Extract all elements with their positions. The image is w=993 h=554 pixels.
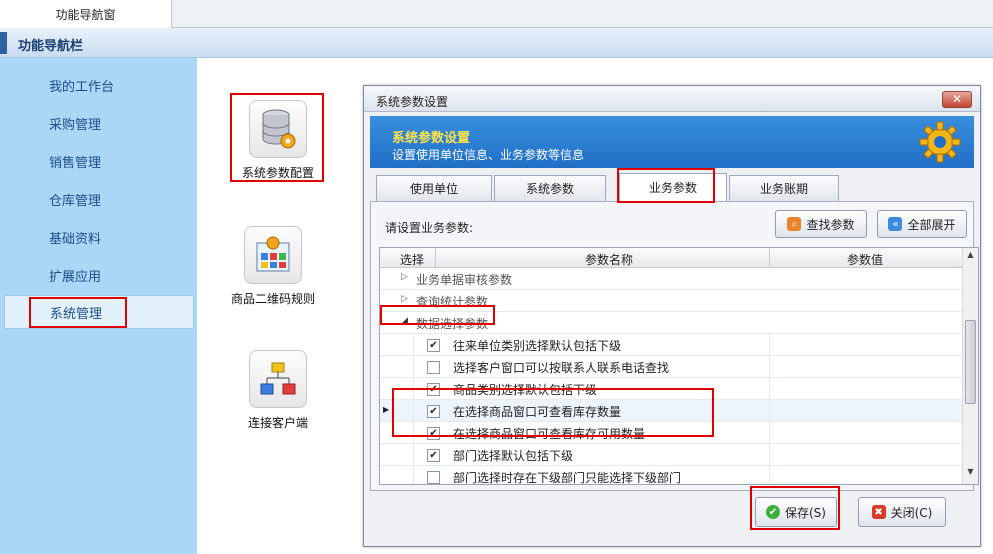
tab-business-period[interactable]: 业务账期 [729,175,839,201]
table-row[interactable]: ✔ 往来单位类别选择默认包括下级 [380,334,964,356]
dialog-titlebar: 系统参数设置 ✕ [364,86,980,112]
banner-title: 系统参数设置 [392,131,471,146]
sidebar-item-system-management[interactable]: 系统管理 [4,295,194,329]
table-row-current[interactable]: ▶ ✔ 在选择商品窗口可查看库存数量 [380,400,964,422]
tile-label: 连接客户端 [247,416,308,430]
tab-system-params[interactable]: 系统参数 [494,175,606,201]
tile-connect-client[interactable]: 连接客户端 [230,350,326,431]
tab-function-nav[interactable]: 功能导航窗 [0,0,172,28]
check-icon: ✔ [766,505,780,519]
tile-label: 商品二维码规则 [230,292,315,306]
gear-icon [918,120,962,167]
network-icon [249,350,307,408]
group-row-audit[interactable]: ▷ 业务单据审核参数 [380,268,964,290]
banner-subtitle: 设置使用单位信息、业务参数等信息 [392,148,585,162]
find-param-button[interactable]: ⌕ 查找参数 [775,210,867,238]
expand-icon: « [888,217,903,231]
tile-system-params[interactable]: 系统参数配置 [230,100,326,181]
tab-using-unit[interactable]: 使用单位 [376,175,492,201]
prompt-label: 请设置业务参数: [385,221,474,235]
expand-arrow-icon: ▷ [401,294,408,304]
vertical-scrollbar[interactable]: ▲ ▼ [962,248,978,484]
sidebar-item-warehouse[interactable]: 仓库管理 [4,182,194,216]
col-header-select: 选择 [400,253,425,267]
expand-arrow-icon: ▷ [401,272,408,282]
scroll-up-icon[interactable]: ▲ [963,250,978,265]
row-checkbox[interactable]: ✔ [427,383,440,396]
sidebar-item-sales[interactable]: 销售管理 [4,144,194,178]
tile-label: 系统参数配置 [241,166,314,180]
table-row[interactable]: ✔ 在选择商品窗口可查看库存可用数量 [380,422,964,444]
scroll-thumb[interactable] [965,320,976,404]
tab-panel: 请设置业务参数: ⌕ 查找参数 « 全部展开 选择 参数名称 参数值 ▷ 业务单… [370,201,979,491]
header-accent-bar [0,32,7,54]
close-icon: ✖ [871,505,886,519]
system-params-dialog: 系统参数设置 ✕ 系统参数设置 设置使用单位信息、业务参数等信息 使用单位 系统… [363,85,981,547]
row-checkbox[interactable]: ✔ [427,339,440,352]
grid-header: 选择 参数名称 参数值 [380,248,964,268]
sidebar-item-basic-data[interactable]: 基础资料 [4,220,194,254]
sidebar: 我的工作台 采购管理 销售管理 仓库管理 基础资料 扩展应用 系统管理 [0,58,197,554]
nav-header: 功能导航栏 [0,28,993,58]
dialog-close-button[interactable]: ✕ [942,91,972,108]
dialog-banner: 系统参数设置 设置使用单位信息、业务参数等信息 [370,116,974,168]
col-header-value: 参数值 [847,253,884,267]
expand-all-button[interactable]: « 全部展开 [877,210,967,238]
params-grid: 选择 参数名称 参数值 ▷ 业务单据审核参数 ▷ 查询统计参数 ◢ 数据选择参数… [379,247,979,485]
search-icon: ⌕ [787,217,802,231]
group-row-query[interactable]: ▷ 查询统计参数 [380,290,964,312]
row-checkbox[interactable]: ✔ [427,405,440,418]
row-checkbox[interactable] [427,471,440,484]
close-icon: ✕ [951,92,963,106]
close-button[interactable]: ✖ 关闭(C) [858,497,946,527]
tile-qr-rule[interactable]: 商品二维码规则 [225,226,321,307]
nav-header-title: 功能导航栏 [18,39,84,54]
top-tab-strip: 功能导航窗 [0,0,993,28]
tab-business-params[interactable]: 业务参数 [619,173,727,201]
sidebar-item-extensions[interactable]: 扩展应用 [4,258,194,292]
col-separator [769,248,770,268]
group-row-data-select[interactable]: ◢ 数据选择参数 [380,312,964,334]
row-checkbox[interactable]: ✔ [427,449,440,462]
table-row[interactable]: ✔ 部门选择默认包括下级 [380,444,964,466]
table-row[interactable]: 部门选择时存在下级部门只能选择下级部门 [380,466,964,484]
col-separator [435,248,436,268]
table-row[interactable]: 选择客户窗口可以按联系人联系电话查找 [380,356,964,378]
collapse-arrow-icon: ◢ [401,316,408,326]
save-button[interactable]: ✔ 保存(S) [755,497,837,527]
col-header-name: 参数名称 [585,253,634,267]
current-row-indicator-icon: ▶ [383,405,390,414]
sidebar-item-workbench[interactable]: 我的工作台 [4,68,194,102]
dialog-title: 系统参数设置 [376,95,449,109]
qr-rule-icon [244,226,302,284]
table-row[interactable]: ✔ 商品类别选择默认包括下级 [380,378,964,400]
row-checkbox[interactable] [427,361,440,374]
row-checkbox[interactable]: ✔ [427,427,440,440]
sidebar-item-purchase[interactable]: 采购管理 [4,106,194,140]
database-gear-icon [249,100,307,158]
scroll-down-icon[interactable]: ▼ [963,467,978,482]
